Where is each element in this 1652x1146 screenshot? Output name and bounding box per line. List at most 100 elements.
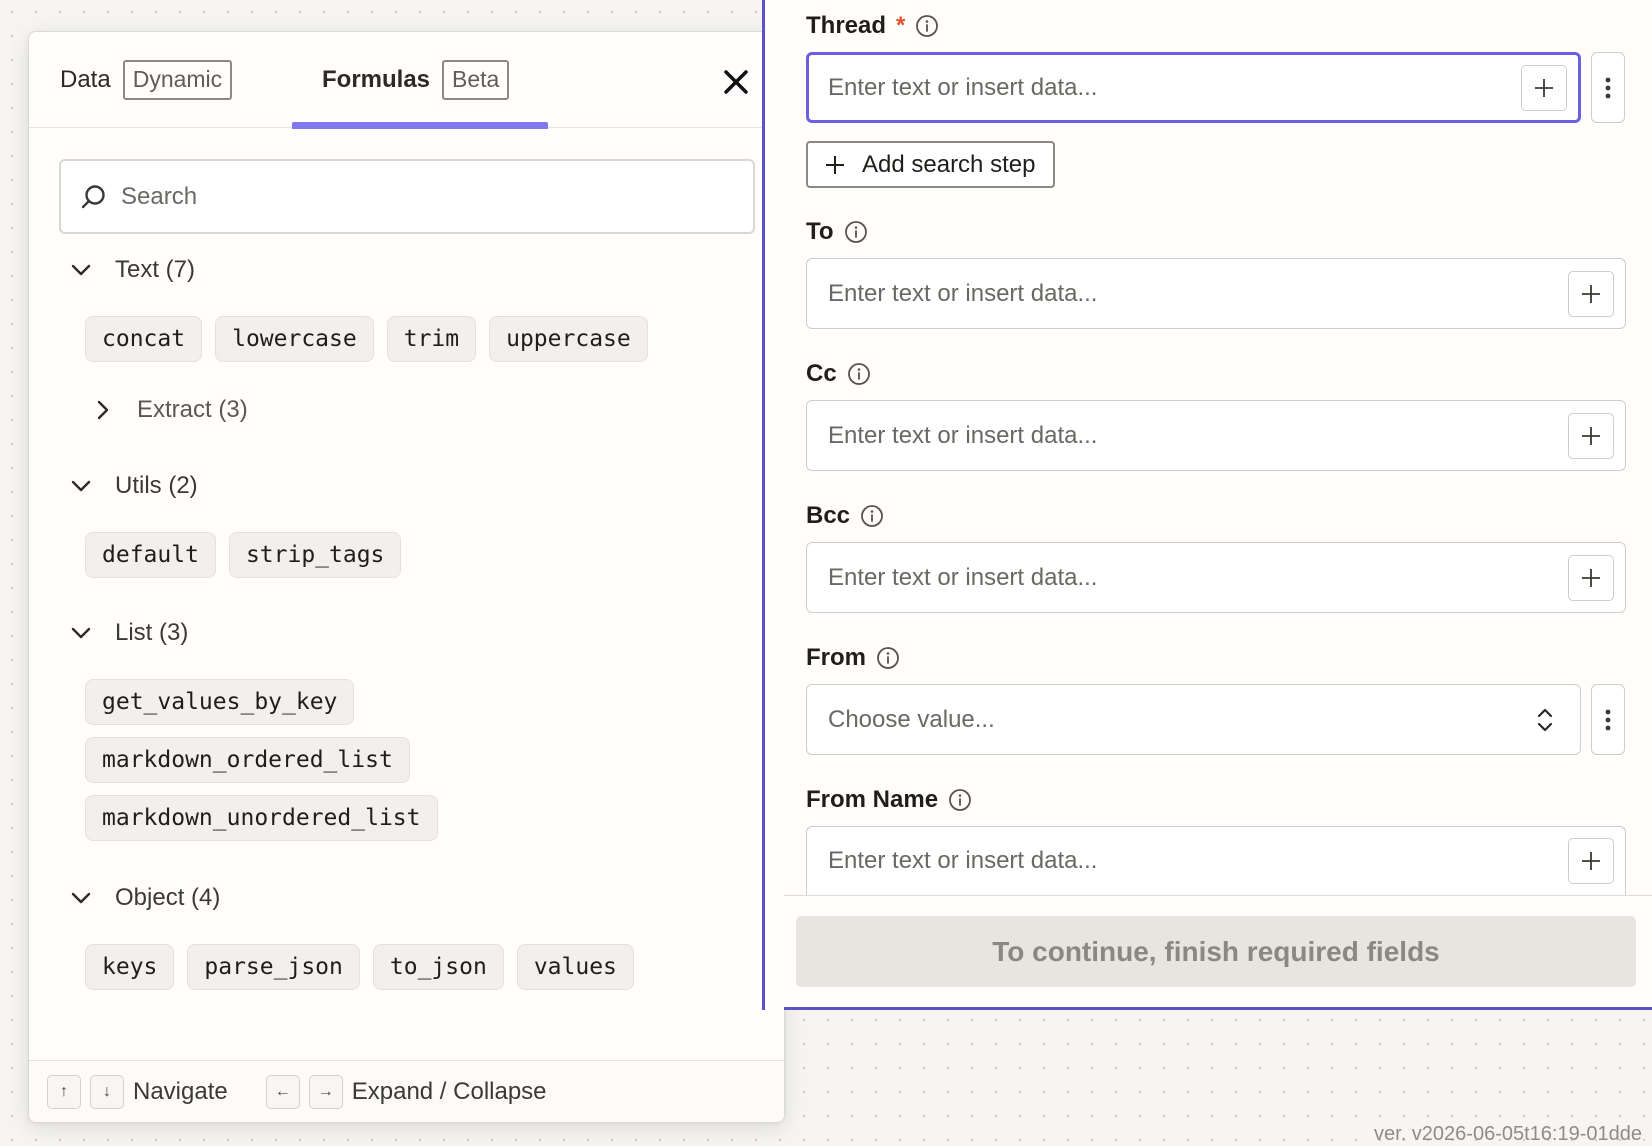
- to-label: To: [806, 218, 868, 246]
- section-object-label: Object (4): [115, 884, 221, 911]
- formula-chip[interactable]: concat: [85, 316, 203, 362]
- continue-button[interactable]: To continue, finish required fields: [796, 916, 1636, 987]
- formula-chip[interactable]: uppercase: [489, 316, 648, 362]
- tab-formulas-badge: Beta: [442, 60, 510, 100]
- plus-icon: [1535, 78, 1553, 97]
- thread-label-text: Thread: [806, 12, 887, 39]
- list-formulas: get_values_by_key markdown_ordered_list …: [85, 679, 438, 841]
- formulas-panel: Data Dynamic Formulas Beta Text (7) conc…: [28, 31, 785, 1123]
- active-tab-indicator: [292, 122, 548, 129]
- cc-input[interactable]: [828, 421, 1625, 450]
- tab-formulas-label: Formulas: [322, 66, 431, 93]
- from-more-button[interactable]: [1591, 684, 1625, 755]
- formula-chip[interactable]: get_values_by_key: [85, 679, 355, 725]
- keyboard-hints: ↑ ↓ Navigate ← → Expand / Collapse: [29, 1060, 784, 1122]
- info-icon[interactable]: [915, 14, 939, 38]
- insert-data-button[interactable]: [1521, 64, 1567, 111]
- navigate-hint: Navigate: [133, 1077, 228, 1105]
- from-name-label: From Name: [806, 786, 972, 814]
- expand-collapse-hint: Expand / Collapse: [351, 1077, 547, 1105]
- section-text-label: Text (7): [115, 256, 196, 283]
- from-name-field: [806, 826, 1626, 895]
- chevron-down-icon: [71, 627, 91, 639]
- add-search-step-label: Add search step: [862, 150, 1036, 178]
- cc-label-text: Cc: [806, 360, 837, 387]
- select-arrows-icon: [1537, 708, 1553, 731]
- from-label-text: From: [806, 644, 866, 671]
- insert-data-button[interactable]: [1568, 838, 1614, 884]
- from-name-label-text: From Name: [806, 786, 939, 813]
- cc-label: Cc: [806, 360, 871, 388]
- search-box: [59, 159, 755, 234]
- section-list-label: List (3): [115, 619, 189, 646]
- close-icon: [724, 70, 748, 94]
- section-text-header[interactable]: Text (7): [69, 256, 195, 284]
- step-frame-bottom-border: [784, 1007, 1652, 1010]
- info-icon[interactable]: [844, 220, 868, 244]
- to-input[interactable]: [828, 279, 1625, 308]
- search-input[interactable]: [121, 182, 701, 211]
- info-icon[interactable]: [860, 504, 884, 528]
- formula-chip[interactable]: lowercase: [215, 316, 374, 362]
- chevron-right-icon: [97, 400, 109, 420]
- formula-chip[interactable]: parse_json: [187, 944, 360, 990]
- insert-data-button[interactable]: [1568, 554, 1614, 601]
- formula-chip[interactable]: markdown_ordered_list: [85, 737, 410, 783]
- form-footer-divider: [784, 895, 1652, 896]
- section-utils-label: Utils (2): [115, 472, 198, 499]
- step-frame-left-border: [762, 0, 765, 1010]
- formula-chip[interactable]: default: [85, 532, 216, 578]
- info-icon[interactable]: [847, 362, 871, 386]
- formula-chip[interactable]: strip_tags: [228, 532, 402, 578]
- tab-data-badge: Dynamic: [122, 60, 233, 100]
- thread-more-button[interactable]: [1591, 52, 1625, 123]
- chevron-down-icon: [71, 264, 91, 276]
- search-icon: [81, 184, 105, 208]
- tab-data[interactable]: Data Dynamic: [60, 60, 233, 128]
- close-button[interactable]: [718, 64, 754, 100]
- formula-chip[interactable]: values: [516, 944, 634, 990]
- section-extract-header[interactable]: Extract (3): [91, 396, 248, 424]
- arrow-right-key: →: [308, 1074, 343, 1109]
- insert-data-button[interactable]: [1568, 412, 1614, 459]
- add-search-step-button[interactable]: Add search step: [806, 141, 1056, 188]
- panel-tabs: Data Dynamic Formulas Beta: [29, 32, 784, 129]
- utils-formulas: default strip_tags: [85, 532, 402, 578]
- chevron-down-icon: [71, 892, 91, 904]
- arrow-left-key: ←: [265, 1074, 300, 1109]
- cc-field: [806, 400, 1626, 471]
- to-field: [806, 258, 1626, 329]
- thread-label: Thread *: [806, 12, 939, 40]
- from-name-input[interactable]: [828, 847, 1625, 875]
- arrow-up-key: ↑: [47, 1074, 81, 1109]
- version-label: ver. v2026-06-05t16:19-01dde: [1374, 1123, 1642, 1145]
- info-icon[interactable]: [948, 788, 972, 812]
- from-label: From: [806, 644, 900, 672]
- more-vertical-icon: [1605, 77, 1611, 98]
- info-icon[interactable]: [876, 646, 900, 670]
- insert-data-button[interactable]: [1568, 270, 1614, 317]
- from-select-value: Choose value...: [828, 705, 995, 733]
- formula-chip[interactable]: keys: [85, 944, 175, 990]
- thread-input[interactable]: [828, 73, 1578, 102]
- section-object-header[interactable]: Object (4): [69, 884, 220, 912]
- formula-chip[interactable]: markdown_unordered_list: [85, 795, 438, 841]
- required-marker: *: [896, 12, 906, 39]
- thread-field: [806, 52, 1581, 123]
- bcc-input[interactable]: [828, 563, 1625, 592]
- bcc-label-text: Bcc: [806, 502, 851, 529]
- tab-formulas[interactable]: Formulas Beta: [292, 60, 548, 129]
- plus-icon: [1582, 852, 1600, 870]
- section-list-header[interactable]: List (3): [69, 619, 188, 647]
- formula-chip[interactable]: trim: [386, 316, 477, 362]
- plus-icon: [1582, 568, 1600, 587]
- plus-icon: [1582, 426, 1600, 445]
- tab-data-label: Data: [60, 66, 111, 93]
- to-label-text: To: [806, 218, 834, 245]
- section-extract-label: Extract (3): [137, 396, 248, 423]
- formula-chip[interactable]: to_json: [372, 944, 504, 990]
- bcc-label: Bcc: [806, 502, 884, 530]
- plus-icon: [826, 155, 844, 174]
- from-select[interactable]: Choose value...: [806, 684, 1581, 755]
- section-utils-header[interactable]: Utils (2): [69, 472, 198, 500]
